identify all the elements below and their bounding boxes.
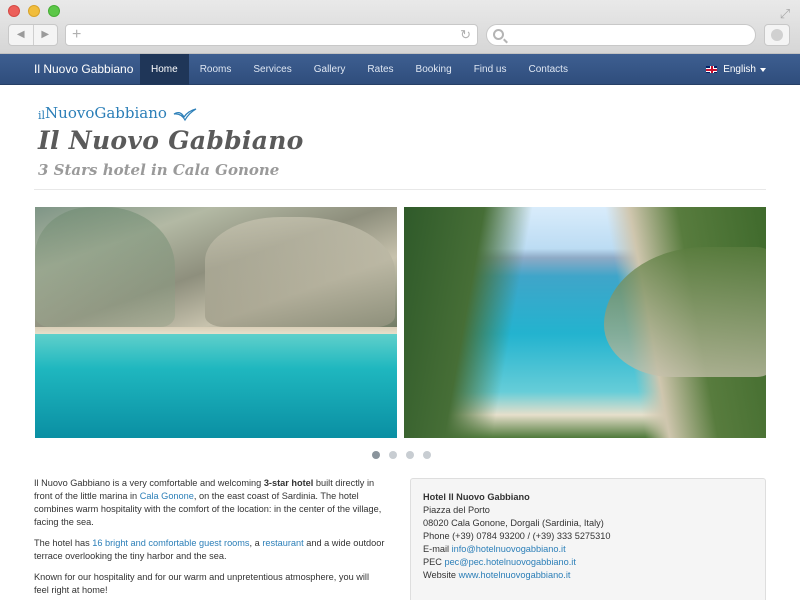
browser-toolbar: ⤢ ◀ ▶ + ↻ [0, 0, 800, 54]
email-label: E-mail [423, 544, 452, 554]
nav-rates[interactable]: Rates [356, 54, 404, 85]
plus-icon[interactable]: + [72, 26, 81, 44]
pec-link[interactable]: pec@pec.hotelnuovogabbiano.it [444, 557, 575, 567]
address-city: 08020 Cala Gonone, Dorgali (Sardinia, It… [423, 518, 604, 528]
header-divider [34, 189, 766, 190]
carousel-image-coast[interactable] [404, 207, 766, 438]
logo-text-big: NuovoGabbiano [45, 104, 167, 122]
language-label: English [723, 64, 756, 75]
cala-gonone-link[interactable]: Cala Gonone [140, 491, 194, 501]
logo-text-small: il [38, 109, 46, 122]
page-title: Il Nuovo Gabbiano [38, 126, 304, 155]
main-menu: Home Rooms Services Gallery Rates Booking Find… [140, 54, 579, 85]
fullscreen-icon[interactable]: ⤢ [778, 7, 792, 21]
back-button[interactable]: ◀ [9, 25, 34, 45]
nav-gallery[interactable]: Gallery [303, 54, 357, 85]
language-selector[interactable]: English [706, 54, 766, 85]
address-bar[interactable]: + ↻ [65, 24, 478, 46]
brand-link[interactable]: Il Nuovo Gabbiano [34, 54, 133, 85]
address-street: Piazza del Porto [423, 505, 490, 515]
site-logo[interactable]: il NuovoGabbiano [38, 104, 197, 122]
nav-services[interactable]: Services [242, 54, 302, 85]
close-window-button[interactable] [8, 5, 20, 17]
carousel-indicators [372, 451, 431, 459]
carousel-indicator-3[interactable] [406, 451, 414, 459]
website-link[interactable]: www.hotelnuovogabbiano.it [459, 570, 571, 580]
caret-down-icon [760, 67, 766, 72]
text-fragment: Il Nuovo Gabbiano is a very comfortable … [34, 478, 264, 488]
browser-window: ⤢ ◀ ▶ + ↻ Il Nuovo Gabbiano Home Rooms Ser… [0, 0, 800, 600]
history-buttons: ◀ ▶ [8, 24, 58, 46]
carousel-image-beach[interactable] [35, 207, 397, 438]
email-link[interactable]: info@hotelnuovogabbiano.it [452, 544, 566, 554]
carousel-indicator-1[interactable] [372, 451, 380, 459]
maximize-window-button[interactable] [48, 5, 60, 17]
minimize-window-button[interactable] [28, 5, 40, 17]
nav-find-us[interactable]: Find us [463, 54, 518, 85]
intro-text: Il Nuovo Gabbiano is a very comfortable … [34, 477, 386, 600]
carousel-indicator-2[interactable] [389, 451, 397, 459]
intro-paragraph-2: The hotel has 16 bright and comfortable … [34, 537, 386, 563]
website-label: Website [423, 570, 459, 580]
intro-paragraph-3: Known for our hospitality and for our wa… [34, 572, 370, 595]
forward-button[interactable]: ▶ [34, 25, 58, 45]
restaurant-link[interactable]: restaurant [262, 538, 303, 548]
text-fragment: , a [249, 538, 263, 548]
browser-search-input[interactable] [486, 24, 756, 46]
nav-booking[interactable]: Booking [405, 54, 463, 85]
reload-icon[interactable]: ↻ [460, 28, 471, 42]
text-fragment: The hotel has [34, 538, 93, 548]
phone-line: Phone (+39) 0784 93200 / (+39) 333 52753… [423, 531, 611, 541]
page-subtitle: 3 Stars hotel in Cala Gonone [38, 161, 280, 179]
pec-label: PEC [423, 557, 445, 567]
uk-flag-icon [706, 66, 718, 73]
seagull-icon [173, 108, 197, 122]
bold-text: 3-star hotel [263, 478, 314, 488]
hotel-name: Hotel Il Nuovo Gabbiano [423, 492, 530, 502]
web-page: Il Nuovo Gabbiano Home Rooms Services Galle… [0, 54, 800, 600]
site-navbar: Il Nuovo Gabbiano Home Rooms Services Galle… [0, 54, 800, 85]
email-line: E-mail info@hotelnuovogabbiano.it [423, 543, 753, 556]
carousel-indicator-4[interactable] [423, 451, 431, 459]
intro-paragraph-1: Il Nuovo Gabbiano is a very comfortable … [34, 477, 386, 529]
extension-icon[interactable] [764, 24, 790, 46]
rooms-link[interactable]: 16 bright and comfortable guest rooms [92, 538, 249, 548]
website-line: Website www.hotelnuovogabbiano.it [423, 569, 753, 582]
nav-contacts[interactable]: Contacts [517, 54, 578, 85]
contact-box: Hotel Il Nuovo Gabbiano Piazza del Porto… [410, 478, 766, 600]
search-icon [493, 29, 504, 40]
nav-home[interactable]: Home [140, 54, 189, 85]
nav-rooms[interactable]: Rooms [189, 54, 243, 85]
pec-line: PEC pec@pec.hotelnuovogabbiano.it [423, 556, 753, 569]
